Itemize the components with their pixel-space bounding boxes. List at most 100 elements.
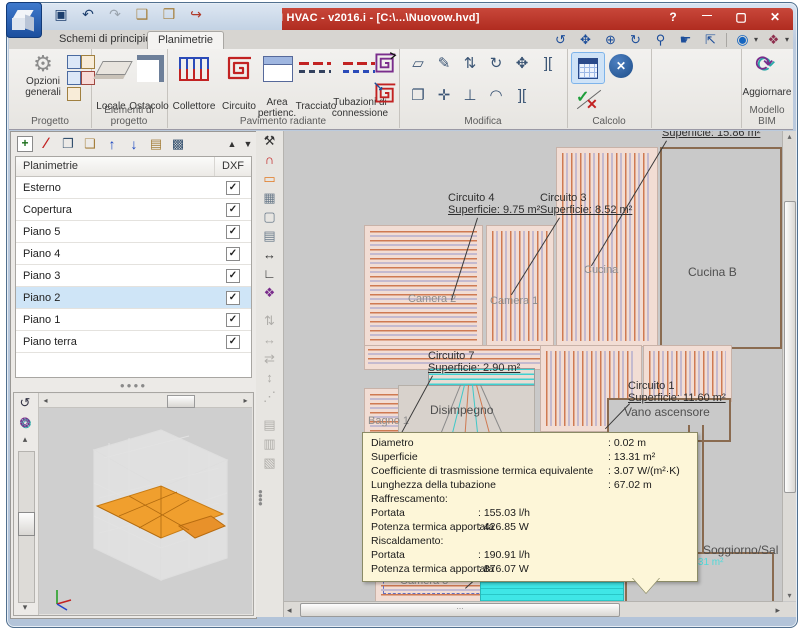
reference-icon[interactable]: ❖ (258, 283, 282, 302)
tracciato-icon[interactable] (299, 58, 331, 80)
scroll-down-icon[interactable]: ▾ (14, 601, 36, 613)
help-book-icon[interactable]: ❖ (764, 31, 783, 48)
expand-icon[interactable]: ▼ (242, 135, 254, 153)
app-logo-icon[interactable] (6, 2, 42, 38)
move-icon[interactable]: ✛ (431, 83, 457, 113)
aggiornare-button[interactable]: Aggiornare (741, 87, 793, 98)
scroll-right-icon[interactable]: ▸ (240, 395, 251, 406)
angle-icon[interactable]: ∟ (258, 264, 282, 283)
close-button[interactable]: ✕ (765, 10, 785, 24)
dxf-checkbox[interactable]: ✓ (226, 291, 240, 305)
trim-bracket-icon[interactable]: ][ (535, 51, 561, 81)
pan-icon[interactable]: ☛ (676, 31, 695, 48)
grid-icon[interactable]: ▦ (258, 188, 282, 207)
send-view-icon[interactable]: ⇱ (701, 31, 720, 48)
planimetria-row[interactable]: Piano 4 ✓ (16, 243, 251, 265)
redraw-icon[interactable]: ↻ (626, 31, 645, 48)
tab-schemi-di-principio[interactable]: Schemi di principio (49, 31, 161, 50)
save-icon[interactable]: ▣ (52, 5, 70, 23)
edit-tools-icon[interactable]: ⚒ (258, 131, 282, 150)
help-button[interactable]: ? (663, 10, 683, 24)
cancel-calculation-button[interactable]: ✕ (609, 54, 633, 78)
print-icon[interactable]: ❑ (133, 5, 151, 23)
zoom-icon[interactable]: ⚲ (651, 31, 670, 48)
scroll-left-icon[interactable]: ◂ (40, 395, 51, 406)
preview-hscrollbar[interactable]: ◂ ▸ (39, 394, 252, 408)
insert-node-icon[interactable]: ⊥ (457, 83, 483, 113)
vscroll-thumb[interactable] (784, 201, 796, 493)
slider-thumb[interactable] (18, 512, 35, 536)
panel-splitter[interactable]: ●●●● (11, 382, 256, 392)
check-results-button[interactable]: ✓✕ (575, 87, 603, 113)
canvas-vscrollbar[interactable]: ▴ ▾ (782, 131, 796, 601)
tubazioni-icon[interactable] (343, 58, 375, 80)
web-services-icon[interactable]: ◉ (733, 31, 752, 48)
layers-mid-icon[interactable]: ▥ (258, 434, 282, 453)
hscroll-thumb[interactable] (167, 395, 195, 408)
preview-3d-view[interactable] (39, 408, 252, 614)
opzioni-generali-button[interactable]: ⚙ Opzioni generali (17, 52, 69, 98)
snap-window-icon[interactable]: ▢ (258, 207, 282, 226)
planimetria-row[interactable]: Copertura ✓ (16, 199, 251, 221)
project-notes-icon[interactable] (67, 87, 81, 101)
previous-view-icon[interactable]: ↺ (551, 31, 570, 48)
canvas-hscrollbar[interactable]: ◂ ⋯ ▸ (284, 601, 783, 617)
zoom-all-icon[interactable]: ✥ (576, 31, 595, 48)
planimetria-row[interactable]: Piano 5 ✓ (16, 221, 251, 243)
extend-bracket-icon[interactable]: ][ (509, 83, 535, 113)
slope-icon[interactable]: ⋰ (258, 387, 282, 406)
modifica-circuito-icon[interactable] (373, 81, 397, 105)
strip-splitter[interactable]: ●●●● (258, 490, 263, 506)
locale-icon[interactable] (95, 61, 132, 75)
edit-icon[interactable]: ✎ (431, 51, 457, 81)
dxf-checkbox[interactable]: ✓ (226, 313, 240, 327)
planimetria-row[interactable]: Piano 1 ✓ (16, 309, 251, 331)
dxf-checkbox[interactable]: ✓ (226, 335, 240, 349)
edit-nodes-icon[interactable]: ⇅ (457, 51, 483, 81)
dxf-checkbox[interactable]: ✓ (226, 203, 240, 217)
scroll-up-icon[interactable]: ▴ (14, 433, 36, 445)
exit-icon[interactable]: ↪ (187, 5, 205, 23)
rotate-node-icon[interactable]: ↻ (483, 51, 509, 81)
arc-icon[interactable]: ◠ (483, 83, 509, 113)
planimetria-row[interactable]: Esterno ✓ (16, 177, 251, 199)
dxf-checkbox[interactable]: ✓ (226, 269, 240, 283)
move-down-icon[interactable]: ↓ (125, 135, 143, 153)
dxf-checkbox[interactable]: ✓ (226, 181, 240, 195)
erase-icon[interactable]: ▱ (405, 51, 431, 81)
planimetria-row[interactable]: Piano terra ✓ (16, 331, 251, 353)
move-vertical-icon[interactable]: ⇅ (258, 311, 282, 330)
dxf-manage-icon[interactable]: ▩ (169, 135, 187, 153)
project-file-icon[interactable] (67, 55, 81, 69)
rigenera-circuito-icon[interactable] (373, 51, 397, 75)
background-template-icon[interactable]: ▤ (258, 226, 282, 245)
dxf-checkbox[interactable]: ✓ (226, 225, 240, 239)
collettore-icon[interactable] (179, 55, 209, 81)
rotate-view-icon[interactable]: ↺ (14, 393, 36, 413)
move-up-icon[interactable]: ↑ (103, 135, 121, 153)
dimension-icon[interactable]: ↔ (258, 245, 282, 264)
room-cucina-b[interactable] (660, 147, 782, 349)
planimetria-row[interactable]: Piano 2 ✓ (16, 287, 251, 309)
circuito-icon[interactable] (225, 54, 253, 82)
redo-icon[interactable]: ↷ (106, 5, 124, 23)
undo-icon[interactable]: ↶ (79, 5, 97, 23)
stretch-icon[interactable]: ↕ (258, 368, 282, 387)
ostacolo-icon[interactable] (137, 55, 164, 82)
room-camera2[interactable] (364, 225, 483, 347)
maximize-button[interactable]: ▢ (731, 10, 751, 24)
snap-magnet-icon[interactable]: ∩ (258, 150, 282, 169)
project-sheet-icon[interactable] (67, 71, 81, 85)
dxf-checkbox[interactable]: ✓ (226, 247, 240, 261)
dxf-view-icon[interactable]: ▤ (147, 135, 165, 153)
duplicate-plan-icon[interactable]: ❐ (59, 135, 77, 153)
calculate-button[interactable] (571, 52, 605, 84)
ortho-icon[interactable]: ▭ (258, 169, 282, 188)
layers-top-icon[interactable]: ▤ (258, 415, 282, 434)
move-node-icon[interactable]: ✥ (509, 51, 535, 81)
zoom-window-icon[interactable]: ⊕ (601, 31, 620, 48)
area-pertinenza-icon[interactable] (263, 56, 293, 82)
hscroll-thumb[interactable]: ⋯ (300, 603, 620, 617)
delete-plan-icon[interactable]: ∕ (37, 135, 55, 153)
print-setup-icon[interactable]: ❒ (160, 5, 178, 23)
